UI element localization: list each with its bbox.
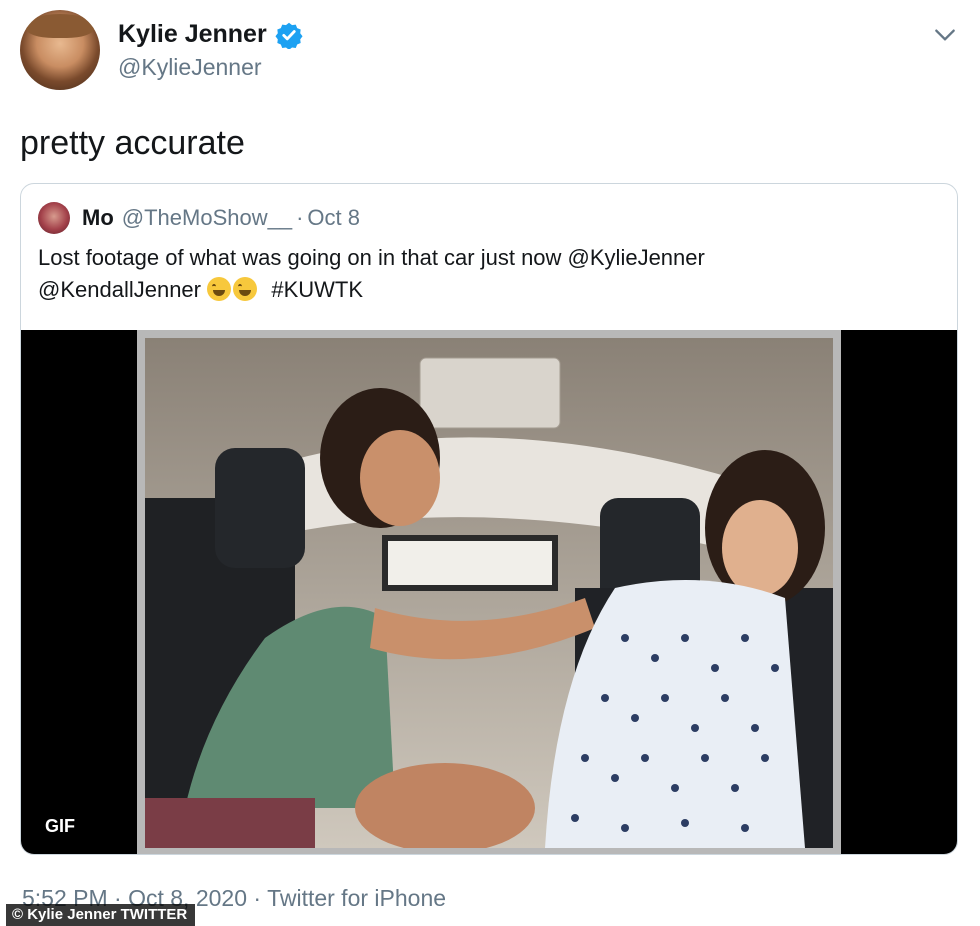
image-credit: © Kylie Jenner TWITTER	[6, 904, 196, 926]
gif-frame	[137, 330, 841, 854]
mention-link[interactable]: @KendallJenner	[38, 277, 201, 302]
verified-badge-icon	[275, 22, 303, 49]
quoted-separator: ·	[296, 205, 304, 230]
quoted-date[interactable]: Oct 8	[307, 205, 360, 231]
quoted-text-line-1: Lost footage of what was going on in tha…	[38, 245, 705, 270]
meta-separator: ·	[253, 885, 262, 911]
tears-of-joy-emoji-icon	[207, 277, 232, 301]
tears-of-joy-emoji-icon	[233, 277, 258, 301]
tweet-source[interactable]: Twitter for iPhone	[267, 885, 446, 911]
hashtag-link[interactable]: #KUWTK	[271, 277, 363, 302]
car-scene-image	[145, 338, 833, 848]
author-handle[interactable]: @KylieJenner	[118, 54, 262, 81]
avatar-hat	[26, 14, 94, 38]
gif-media[interactable]: GIF	[21, 330, 957, 854]
quoted-author-handle[interactable]: @TheMoShow__	[122, 205, 292, 231]
quoted-text-line-2: @KendallJenner #KUWTK	[38, 274, 938, 306]
quoted-author-name[interactable]: Mo	[82, 205, 114, 231]
quoted-tweet-text: Lost footage of what was going on in tha…	[38, 242, 938, 306]
author-name[interactable]: Kylie Jenner	[118, 20, 267, 49]
chevron-down-icon[interactable]	[932, 22, 958, 48]
quoted-tweet[interactable]: Mo @TheMoShow__ · Oct 8 Lost footage of …	[20, 183, 958, 855]
author-name-row: Kylie Jenner	[118, 20, 303, 49]
tweet-text: pretty accurate	[20, 124, 245, 162]
gif-badge: GIF	[45, 816, 75, 836]
author-avatar[interactable]	[20, 10, 100, 90]
quoted-tweet-header: Mo @TheMoShow__ · Oct 8	[38, 202, 360, 234]
quoted-author-avatar[interactable]	[38, 202, 70, 234]
